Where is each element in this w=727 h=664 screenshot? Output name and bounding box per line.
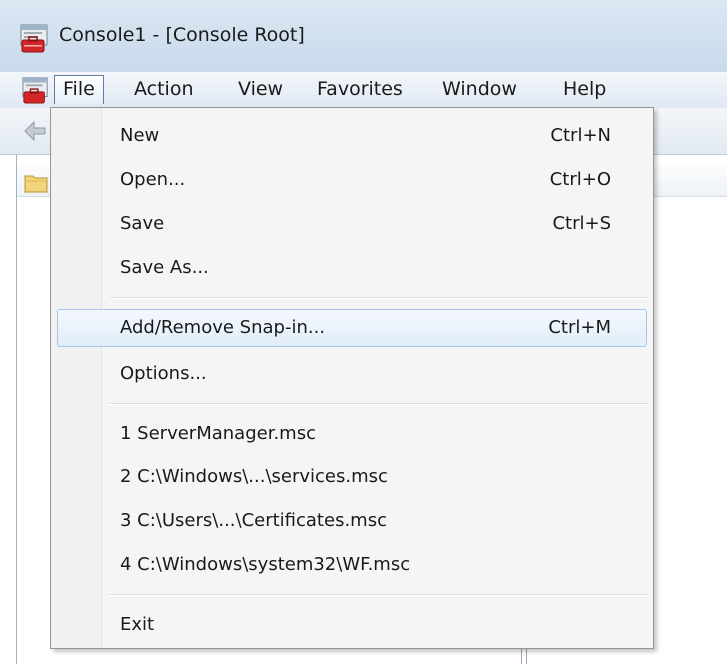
menu-item-label: Add/Remove Snap-in...: [120, 317, 326, 338]
menu-item-label: Options...: [120, 363, 207, 384]
menu-item-options[interactable]: Options...: [57, 355, 647, 393]
menu-item-label: Save As...: [120, 257, 209, 278]
menu-item-add-remove-snap-in[interactable]: Add/Remove Snap-in... Ctrl+M: [57, 309, 647, 347]
menu-item-shortcut: Ctrl+M: [548, 317, 611, 338]
menu-item-recent-2[interactable]: 2 C:\Windows\...\services.msc: [57, 458, 647, 496]
title-bar: Console1 - [Console Root]: [0, 0, 727, 72]
menu-help[interactable]: Help: [555, 75, 614, 104]
menu-view[interactable]: View: [230, 75, 291, 104]
menu-item-shortcut: Ctrl+S: [552, 213, 611, 234]
back-arrow-icon[interactable]: [22, 119, 48, 143]
menu-item-open[interactable]: Open... Ctrl+O: [57, 161, 647, 199]
menu-separator: [109, 297, 649, 299]
mmc-console-icon: [20, 24, 48, 53]
folder-icon[interactable]: [24, 173, 48, 193]
menu-file[interactable]: File: [54, 75, 104, 104]
menu-item-label: Exit: [120, 614, 155, 635]
window-title: Console1 - [Console Root]: [59, 24, 305, 46]
menu-item-recent-1[interactable]: 1 ServerManager.msc: [57, 415, 647, 453]
menu-window[interactable]: Window: [434, 75, 525, 104]
menu-item-new[interactable]: New Ctrl+N: [57, 117, 647, 155]
menu-item-label: 3 C:\Users\...\Certificates.msc: [120, 510, 387, 531]
menu-item-shortcut: Ctrl+O: [549, 169, 611, 190]
menu-item-label: Open...: [120, 169, 186, 190]
menu-item-shortcut: Ctrl+N: [550, 125, 611, 146]
menu-item-recent-3[interactable]: 3 C:\Users\...\Certificates.msc: [57, 502, 647, 540]
menu-item-label: 4 C:\Windows\system32\WF.msc: [120, 554, 411, 575]
menu-item-label: New: [120, 125, 160, 146]
menu-bar: File Action View Favorites Window Help: [0, 72, 727, 109]
menu-action[interactable]: Action: [126, 75, 202, 104]
menu-item-label: Save: [120, 213, 165, 234]
menu-item-label: 1 ServerManager.msc: [120, 423, 316, 444]
menu-item-recent-4[interactable]: 4 C:\Windows\system32\WF.msc: [57, 546, 647, 584]
file-menu-dropdown: New Ctrl+N Open... Ctrl+O Save Ctrl+S Sa…: [50, 107, 654, 649]
menu-favorites[interactable]: Favorites: [309, 75, 411, 104]
system-menu-icon[interactable]: [22, 76, 50, 104]
pane-border: [16, 155, 17, 664]
mmc-window: Console1 - [Console Root] File Action Vi…: [0, 0, 727, 664]
menu-separator: [109, 403, 649, 405]
menu-item-save[interactable]: Save Ctrl+S: [57, 205, 647, 243]
menu-separator: [109, 594, 649, 596]
menu-item-exit[interactable]: Exit: [57, 606, 647, 644]
menu-item-label: 2 C:\Windows\...\services.msc: [120, 466, 388, 487]
menu-item-save-as[interactable]: Save As...: [57, 249, 647, 287]
